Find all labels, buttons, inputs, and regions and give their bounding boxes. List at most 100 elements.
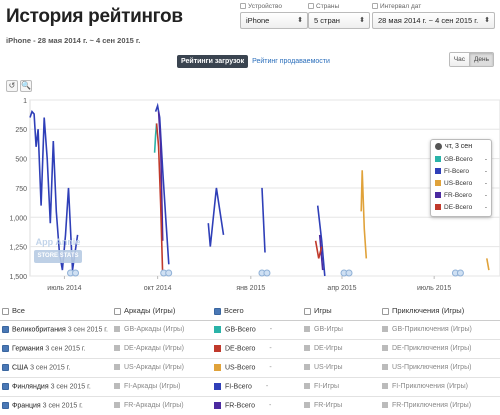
total-series: DE-Всего xyxy=(225,345,256,353)
countries-filter-label: Страны xyxy=(316,2,340,10)
series-swatch[interactable] xyxy=(382,326,388,333)
event-marker xyxy=(345,269,353,277)
arcade-series: DE-Аркады (Игры) xyxy=(124,345,184,352)
tab-downloads[interactable]: Рейтинги загрузок xyxy=(177,55,249,68)
x-tick-label: янв 2015 xyxy=(236,285,265,292)
series-swatch[interactable] xyxy=(304,345,310,352)
series-swatch[interactable] xyxy=(214,363,221,371)
series-swatch[interactable] xyxy=(114,345,120,352)
series-swatch[interactable] xyxy=(214,382,221,390)
games-series: FR-Игры xyxy=(314,402,343,409)
tooltip-series-value: - xyxy=(484,155,487,163)
tooltip-series-label: US-Всего xyxy=(444,179,473,187)
series-swatch[interactable] xyxy=(304,402,310,409)
adventure-series: GB-Приключения (Игры) xyxy=(392,326,472,333)
page-title: История рейтингов xyxy=(6,6,183,27)
series-swatch[interactable] xyxy=(214,401,221,409)
total-value: - xyxy=(269,345,272,353)
x-tick-label: окт 2014 xyxy=(144,285,172,292)
total-checkbox[interactable] xyxy=(214,307,221,315)
table-header-row: Все Аркады (Игры) Всего Игры Приключения… xyxy=(0,302,500,320)
games-series: DE-Игры xyxy=(314,345,343,352)
table-row: Германия 3 сен 2015 г. DE-Аркады (Игры) DE… xyxy=(0,339,500,358)
device-filter-checkbox[interactable] xyxy=(240,3,246,9)
total-value: - xyxy=(268,402,272,410)
select-all-checkbox[interactable] xyxy=(2,307,9,315)
series-swatch[interactable] xyxy=(114,326,120,333)
series-swatch[interactable] xyxy=(382,402,388,409)
country-checkbox[interactable] xyxy=(2,363,9,371)
col-adventure: Приключения (Игры) xyxy=(392,306,465,316)
total-series: FR-Всего xyxy=(225,402,256,410)
dates-filter-checkbox[interactable] xyxy=(372,3,378,9)
y-tick-label: 1 xyxy=(23,98,27,105)
series-swatch xyxy=(435,180,441,186)
series-swatch[interactable] xyxy=(214,325,221,333)
tooltip-series-value: - xyxy=(484,191,487,199)
series-swatch[interactable] xyxy=(214,344,221,352)
adventure-series: DE-Приключения (Игры) xyxy=(392,345,472,352)
country-name: Франция xyxy=(12,402,41,410)
dates-filter-label: Интервал дат xyxy=(380,2,422,10)
y-tick-label: 1,000 xyxy=(9,215,27,222)
country-checkbox[interactable] xyxy=(2,382,9,390)
date-range-select[interactable]: 28 мая 2014 г. ~ 4 сен 2015 г. ⬍ xyxy=(372,12,495,29)
device-select[interactable]: iPhone ⬍ xyxy=(240,12,308,29)
series-swatch[interactable] xyxy=(382,383,388,390)
arcade-series: FI-Аркады (Игры) xyxy=(124,383,181,390)
chevron-down-icon: ⬍ xyxy=(297,17,303,24)
series-swatch[interactable] xyxy=(304,326,310,333)
tab-sales[interactable]: Рейтинг продаваемости xyxy=(248,55,334,68)
tooltip-series-value: - xyxy=(484,203,487,211)
tooltip-series-value: - xyxy=(484,167,487,175)
table-row: Великобритания 3 сен 2015 г. GB-Аркады (И… xyxy=(0,320,500,339)
countries-select-value: 5 стран xyxy=(314,16,340,25)
series-swatch[interactable] xyxy=(382,345,388,352)
series-swatch[interactable] xyxy=(304,364,310,371)
period-hour-button[interactable]: Час xyxy=(449,53,469,66)
tooltip-series-label: FR-Всего xyxy=(444,191,472,199)
country-checkbox[interactable] xyxy=(2,401,9,409)
country-name: Финляндия xyxy=(12,383,49,391)
col-total: Всего xyxy=(224,306,244,316)
series-swatch xyxy=(435,192,441,198)
globe-icon xyxy=(435,143,442,150)
countries-filter: Страны 5 стран ⬍ xyxy=(308,2,370,29)
watermark-line2: STORE STATS xyxy=(34,250,82,263)
dates-filter: Интервал дат 28 мая 2014 г. ~ 4 сен 2015… xyxy=(372,2,495,29)
series-swatch[interactable] xyxy=(114,383,120,390)
arcade-checkbox[interactable] xyxy=(114,307,121,315)
countries-select[interactable]: 5 стран ⬍ xyxy=(308,12,370,29)
tooltip-series-label: GB-Всего xyxy=(444,155,473,163)
series-swatch[interactable] xyxy=(382,364,388,371)
tooltip-row: GB-Всего - xyxy=(435,153,487,165)
total-value: - xyxy=(269,326,273,334)
event-marker xyxy=(165,269,173,277)
country-checkbox[interactable] xyxy=(2,325,9,333)
series-table: Все Аркады (Игры) Всего Игры Приключения… xyxy=(0,302,500,415)
col-all: Все xyxy=(12,306,25,316)
games-series: FI-Игры xyxy=(314,383,340,390)
tooltip-date: чт, 3 сен xyxy=(445,143,473,150)
series-swatch[interactable] xyxy=(304,383,310,390)
tooltip-row: FI-Всего - xyxy=(435,165,487,177)
period-day-button[interactable]: День xyxy=(469,53,493,66)
adventure-checkbox[interactable] xyxy=(382,307,389,315)
series-swatch xyxy=(435,156,441,162)
games-series: GB-Игры xyxy=(314,326,343,333)
period-toggle: Час День xyxy=(448,52,494,67)
adventure-series: FR-Приключения (Игры) xyxy=(392,402,472,409)
country-checkbox[interactable] xyxy=(2,344,9,352)
countries-filter-checkbox[interactable] xyxy=(308,3,314,9)
country-name: Германия xyxy=(12,345,44,353)
watermark-line1: App Annie xyxy=(35,237,81,247)
country-name: США xyxy=(12,364,29,372)
series-swatch[interactable] xyxy=(114,364,120,371)
series-swatch[interactable] xyxy=(114,402,120,409)
x-tick-label: апр 2015 xyxy=(327,285,356,292)
games-checkbox[interactable] xyxy=(304,307,311,315)
total-series: FI-Всего xyxy=(225,383,252,391)
tooltip-row: US-Всего - xyxy=(435,177,487,189)
y-tick-label: 1,500 xyxy=(9,274,27,281)
tooltip-series-value: - xyxy=(484,179,487,187)
